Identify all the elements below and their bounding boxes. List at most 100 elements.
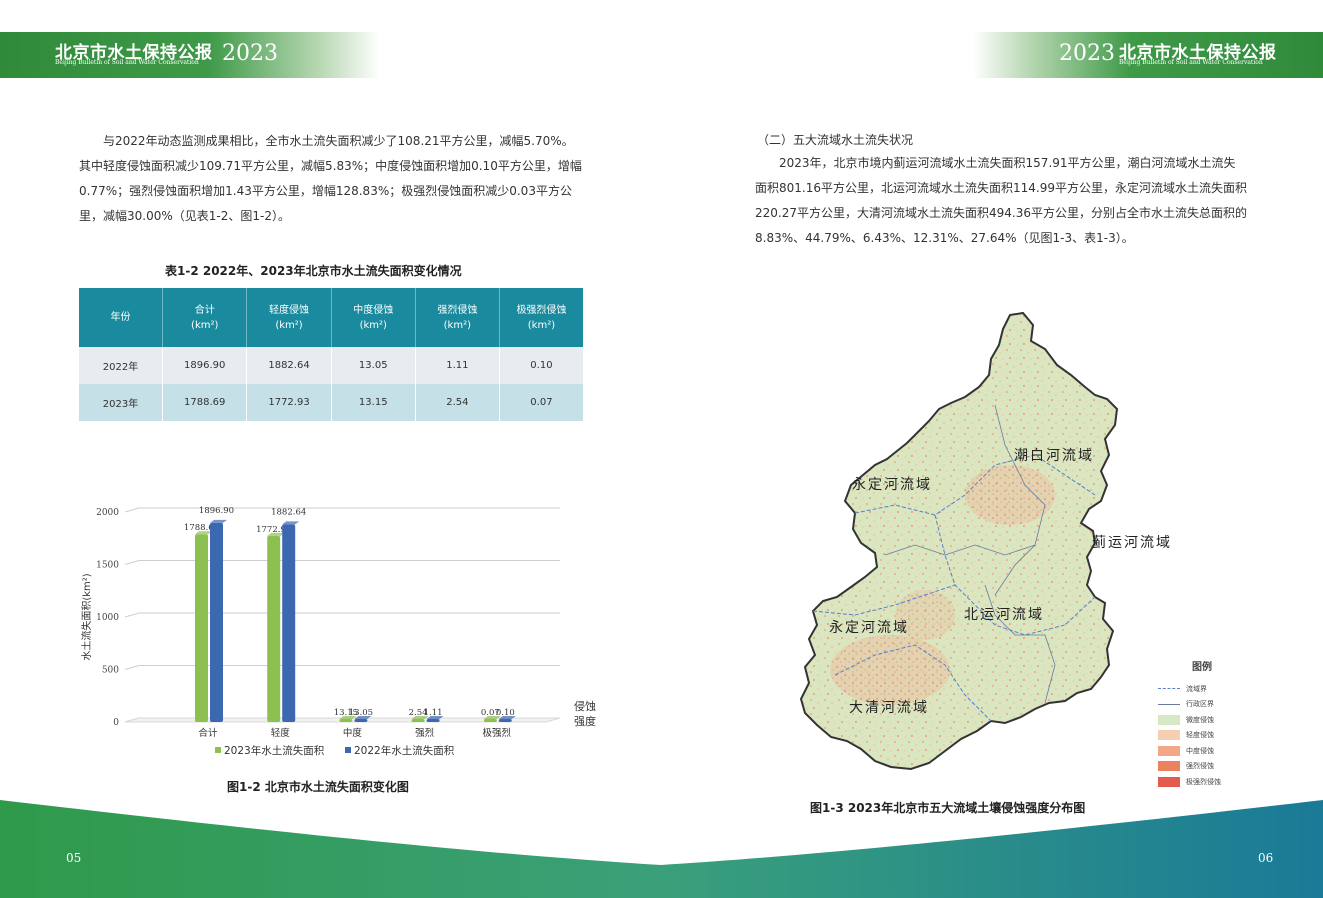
x-tick-label: 强烈 — [415, 728, 435, 739]
page-number-left: 05 — [66, 851, 82, 865]
header-subtitle-left: Beijing Bulletin of Soil and Water Conse… — [55, 59, 199, 66]
x-tick-label: 轻度 — [271, 727, 291, 739]
gridline-skew — [124, 612, 140, 618]
legend-label: 微度侵蚀 — [1186, 715, 1214, 724]
table-cell: 1882.64 — [246, 347, 332, 384]
table-cell: 2023年 — [79, 384, 164, 421]
x-tick-label: 中度 — [343, 727, 363, 739]
header-banner-right: 2023 北京市水土保持公报 Beijing Bulletin of Soil … — [973, 32, 1323, 78]
page-number-right: 06 — [1258, 851, 1274, 865]
legend-item: 流域界 — [1150, 681, 1240, 697]
bar-top — [210, 519, 227, 523]
bar — [483, 719, 497, 722]
region-label-daqing: 大清河流域 — [849, 700, 929, 716]
table-cell: 1896.90 — [162, 347, 248, 384]
erosion-hotspot-north — [965, 465, 1055, 525]
y-tick-label: 1500 — [96, 561, 119, 571]
table-cell: 1772.93 — [246, 384, 332, 421]
figure-1-2-caption: 图1-2 北京市水土流失面积变化图 — [227, 780, 409, 794]
table-cell: 2022年 — [79, 347, 164, 384]
table-header-cell: 合计 (km²) — [162, 288, 248, 347]
data-label: 1882.64 — [271, 507, 306, 517]
table-row: 2023年 1788.69 1772.93 13.15 2.54 0.07 — [79, 384, 583, 421]
table-cell: 13.15 — [331, 384, 416, 421]
legend-label: 中度侵蚀 — [1186, 746, 1214, 755]
table-header-row: 年份 合计 (km²) 轻度侵蚀 (km²) 中度侵蚀 (km²) 强烈侵蚀 (km²)… — [79, 288, 583, 347]
right-paragraph: 2023年，北京市境内蓟运河流域水土流失面积157.91平方公里，潮白河流域水土… — [755, 151, 1247, 251]
legend-item: 轻度侵蚀 — [1150, 728, 1240, 744]
map-legend: 图例 流域界 行政区界 微度侵蚀 轻度侵蚀 中度侵蚀 强烈侵蚀 极强烈侵蚀 — [1150, 658, 1240, 790]
x-axis-label: 侵蚀 — [574, 699, 596, 713]
left-paragraph-text: 与2022年动态监测成果相比，全市水土流失面积减少了108.21平方公里，减幅5… — [79, 134, 582, 223]
legend-item: 微度侵蚀 — [1150, 712, 1240, 728]
gridline-skew — [124, 665, 140, 670]
table-cell: 1.11 — [415, 347, 500, 384]
legend-item: 极强烈侵蚀 — [1150, 774, 1240, 790]
left-paragraph: 与2022年动态监测成果相比，全市水土流失面积减少了108.21平方公里，减幅5… — [79, 129, 585, 229]
legend-label: 轻度侵蚀 — [1186, 731, 1214, 740]
legend-label: 强烈侵蚀 — [1186, 762, 1214, 771]
y-tick-label: 2000 — [96, 508, 119, 518]
region-label-beiyun: 北运河流域 — [964, 607, 1044, 623]
area-change-bar-chart: 0500100015002000水土流失面积(km²)侵蚀强度1788.6918… — [80, 506, 596, 757]
bar-top — [282, 521, 300, 525]
legend-swatch — [1158, 730, 1180, 741]
watershed-erosion-map — [799, 311, 1119, 771]
data-label: 13.05 — [349, 708, 373, 718]
y-axis-label: 水土流失面积(km²) — [80, 573, 93, 660]
x-tick-label: 极强烈 — [483, 727, 512, 739]
bar — [411, 719, 425, 722]
header-subtitle-right: Beijing Bulletin of Soil and Water Conse… — [1119, 59, 1263, 66]
erosion-hotspot-southwest — [830, 635, 950, 705]
legend-swatch — [1158, 714, 1180, 725]
region-label-chaobai: 潮白河流域 — [1014, 448, 1094, 464]
table-header-cell: 中度侵蚀 (km²) — [331, 288, 416, 347]
table-cell: 0.10 — [499, 347, 583, 384]
y-tick-label: 500 — [102, 666, 119, 676]
bar — [498, 719, 512, 722]
data-label: 1.11 — [424, 708, 443, 718]
region-label-yongding-north: 永定河流域 — [852, 477, 932, 493]
legend-item: 强烈侵蚀 — [1150, 759, 1240, 775]
x-tick-label: 合计 — [198, 727, 218, 739]
gridline-skew — [124, 507, 140, 513]
legend-label: 流域界 — [1186, 684, 1207, 693]
y-tick-label: 0 — [113, 718, 119, 728]
y-tick-label: 1000 — [96, 613, 119, 623]
legend-swatch — [1158, 688, 1180, 690]
bar — [282, 524, 296, 722]
header-banner-left: 北京市水土保持公报 Beijing Bulletin of Soil and W… — [0, 32, 380, 78]
legend-label: 2023年水土流失面积 — [224, 744, 325, 757]
region-label-jiyun: 蓟运河流域 — [1092, 535, 1172, 551]
data-label: 0.10 — [496, 708, 515, 718]
legend-label: 极强烈侵蚀 — [1186, 777, 1221, 786]
table-row: 2022年 1896.90 1882.64 13.05 1.11 0.10 — [79, 347, 583, 384]
table-cell: 0.07 — [499, 384, 583, 421]
x-axis-label: 强度 — [574, 714, 596, 728]
legend-label: 行政区界 — [1186, 700, 1214, 709]
legend-item: 中度侵蚀 — [1150, 743, 1240, 759]
table-caption: 表1-2 2022年、2023年北京市水土流失面积变化情况 — [165, 264, 462, 278]
legend-item: 行政区界 — [1150, 697, 1240, 713]
table-header-cell: 轻度侵蚀 (km²) — [246, 288, 332, 347]
legend-swatch — [1158, 703, 1180, 705]
legend-label: 2022年水土流失面积 — [354, 744, 455, 757]
bar — [267, 535, 281, 722]
bar — [195, 534, 208, 722]
bar — [426, 719, 440, 722]
bar — [354, 719, 368, 722]
region-label-yongding-south: 永定河流域 — [829, 620, 909, 636]
right-paragraph-text: 2023年，北京市境内蓟运河流域水土流失面积157.91平方公里，潮白河流域水土… — [755, 156, 1247, 245]
bottom-wave-decoration — [0, 800, 1323, 898]
section-title: （二）五大流域水土流失状况 — [757, 133, 914, 147]
header-year-right: 2023 — [1059, 41, 1115, 66]
table-cell: 13.05 — [331, 347, 416, 384]
bar — [339, 719, 353, 722]
legend-swatch — [1158, 761, 1180, 772]
table-header-cell: 极强烈侵蚀 (km²) — [499, 288, 583, 347]
legend-swatch — [1158, 745, 1180, 756]
table-header-cell: 强烈侵蚀 (km²) — [415, 288, 500, 347]
table-cell: 2.54 — [415, 384, 500, 421]
legend-swatch — [215, 747, 221, 753]
gridline-skew — [124, 560, 140, 565]
